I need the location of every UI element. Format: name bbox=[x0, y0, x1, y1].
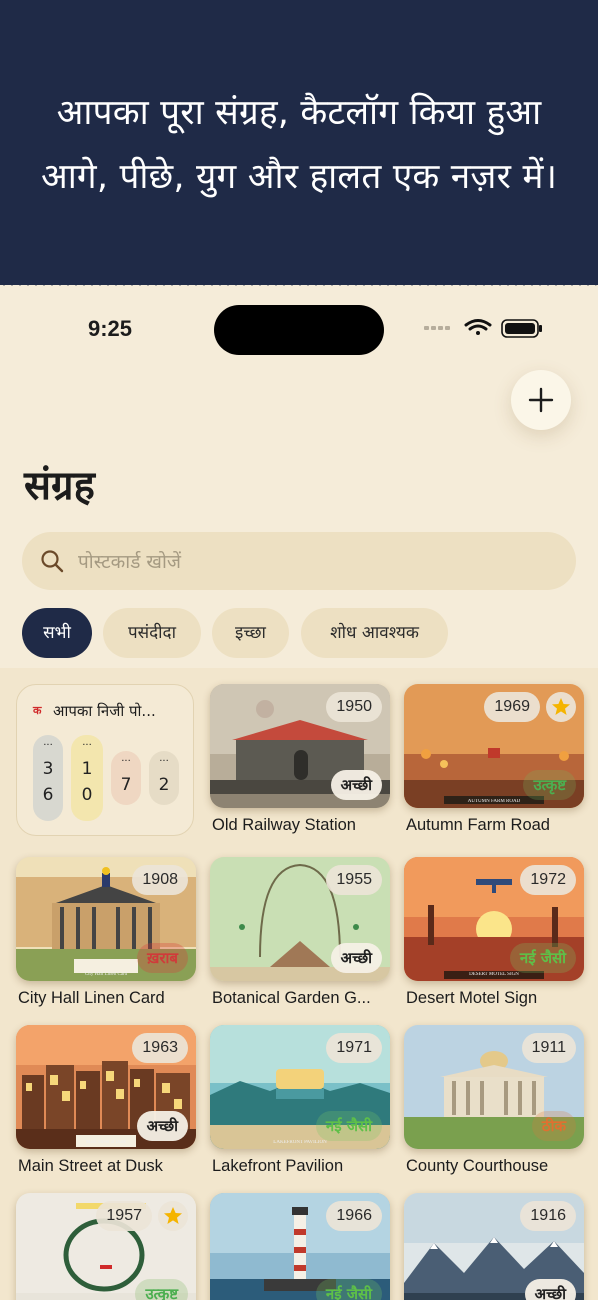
filter-chip-research-needed[interactable]: शोध आवश्यक bbox=[301, 608, 448, 658]
postcard-thumbnail[interactable]: 1971 नई जैसी LAKEFRONT PAVILION bbox=[210, 1025, 390, 1149]
status-time: 9:25 bbox=[88, 316, 133, 341]
year-badge: 1957 bbox=[96, 1201, 152, 1231]
widget-stat-pill: ... 1 0 bbox=[71, 735, 103, 821]
postcard-caption: AUTUMN FARM ROAD bbox=[467, 799, 521, 804]
year-badge: 1955 bbox=[326, 865, 382, 895]
condition-badge: अच्छी bbox=[524, 1279, 576, 1300]
filter-chip-favorites[interactable]: पसंदीदा bbox=[103, 608, 201, 658]
wifi-icon bbox=[464, 319, 492, 335]
dynamic-island bbox=[214, 305, 384, 355]
status-icons bbox=[424, 319, 542, 338]
add-postcard-button[interactable] bbox=[511, 370, 571, 430]
postcard-thumbnail[interactable]: 1972 नई जैसी DESERT MOTEL SIGN bbox=[404, 857, 584, 981]
postcard-title: Lakefront Pavilion bbox=[212, 1157, 344, 1175]
postcard-title: County Courthouse bbox=[406, 1157, 549, 1175]
postcard-title: City Hall Linen Card bbox=[18, 989, 165, 1007]
postcard-title: Botanical Garden G... bbox=[212, 989, 371, 1007]
postcard-title: Main Street at Dusk bbox=[18, 1157, 163, 1175]
year-badge: 1908 bbox=[132, 865, 188, 895]
condition-badge: उत्कृष्ट bbox=[135, 1279, 188, 1300]
cellular-signal-icon bbox=[424, 326, 450, 330]
condition-badge: ठीक bbox=[531, 1111, 576, 1141]
widget-stat-pill: ... 3 6 bbox=[33, 735, 63, 821]
widget-logo-glyph: क bbox=[33, 704, 42, 717]
widget-stat-pill: ... 2 bbox=[149, 751, 179, 805]
condition-badge: ख़राब bbox=[137, 943, 188, 973]
postcard-caption: City Hall Linen Card bbox=[84, 972, 128, 977]
postcard-thumbnail[interactable]: 1950 अच्छी bbox=[210, 684, 390, 808]
favorite-star-icon[interactable] bbox=[546, 692, 576, 722]
condition-badge: नई जैसी bbox=[509, 943, 576, 973]
postcard-title: Old Railway Station bbox=[212, 816, 356, 834]
postcard-thumbnail[interactable]: 1955 अच्छी bbox=[210, 857, 390, 981]
year-badge: 1972 bbox=[520, 865, 576, 895]
postcard-title: Desert Motel Sign bbox=[406, 989, 538, 1007]
private-collection-widget[interactable]: क आपका निजी पो... ... 3 6 ... 1 0 ... 7 … bbox=[16, 684, 194, 836]
condition-badge: नई जैसी bbox=[315, 1111, 382, 1141]
year-badge: 1916 bbox=[520, 1201, 576, 1231]
year-badge: 1966 bbox=[326, 1201, 382, 1231]
search-icon bbox=[41, 550, 64, 573]
widget-stat-pill: ... 7 bbox=[111, 751, 141, 805]
postcard-caption: Main Street at Dusk bbox=[85, 1140, 127, 1145]
postcard-thumbnail[interactable]: 1916 अच्छी bbox=[404, 1193, 584, 1300]
condition-badge: अच्छी bbox=[330, 770, 382, 800]
widget-title: आपका निजी पो... bbox=[53, 702, 156, 720]
banner-headline-line-1: आपका पूरा संग्रह, कैटलॉग किया हुआ bbox=[56, 93, 542, 133]
year-badge: 1963 bbox=[132, 1033, 188, 1063]
page-title: संग्रह bbox=[24, 463, 95, 509]
postcard-thumbnail[interactable]: 1911 ठीक bbox=[404, 1025, 584, 1149]
year-badge: 1971 bbox=[326, 1033, 382, 1063]
year-badge: 1950 bbox=[326, 692, 382, 722]
banner-headline-line-2: आगे, पीछे, युग और हालत एक नज़र में। bbox=[40, 157, 558, 197]
condition-badge: अच्छी bbox=[136, 1111, 188, 1141]
condition-badge: उत्कृष्ट bbox=[523, 770, 576, 800]
condition-badge: नई जैसी bbox=[315, 1279, 382, 1300]
plus-icon bbox=[528, 387, 554, 413]
postcard-thumbnail[interactable]: 1957 उत्कृष्ट bbox=[16, 1193, 196, 1300]
condition-badge: अच्छी bbox=[330, 943, 382, 973]
postcard-thumbnail[interactable]: 1908 ख़राब City Hall Linen Card bbox=[16, 857, 196, 981]
search-input[interactable] bbox=[76, 540, 560, 584]
postcard-thumbnail[interactable]: 1969 उत्कृष्ट AUTUMN FARM ROAD bbox=[404, 684, 584, 808]
search-bar[interactable] bbox=[22, 532, 576, 590]
year-badge: 1911 bbox=[521, 1033, 576, 1063]
battery-icon bbox=[501, 319, 542, 338]
phone-screen: 9:25 संग्रह सभी bbox=[0, 288, 598, 1300]
postcard-thumbnail[interactable]: 1966 नई जैसी bbox=[210, 1193, 390, 1300]
promo-banner: आपका पूरा संग्रह, कैटलॉग किया हुआ आगे, प… bbox=[0, 0, 598, 285]
postcard-thumbnail[interactable]: 1963 अच्छी Main Street at Dusk bbox=[16, 1025, 196, 1149]
collection-grid: क आपका निजी पो... ... 3 6 ... 1 0 ... 7 … bbox=[0, 668, 598, 1300]
postcard-title: Autumn Farm Road bbox=[406, 816, 550, 834]
filter-chip-wishlist[interactable]: इच्छा bbox=[212, 608, 289, 658]
postcard-caption: LAKEFRONT PAVILION bbox=[273, 1140, 327, 1145]
filter-chip-all[interactable]: सभी bbox=[22, 608, 92, 658]
postcard-caption: DESERT MOTEL SIGN bbox=[469, 972, 519, 977]
year-badge: 1969 bbox=[484, 692, 540, 722]
favorite-star-icon[interactable] bbox=[158, 1201, 188, 1231]
